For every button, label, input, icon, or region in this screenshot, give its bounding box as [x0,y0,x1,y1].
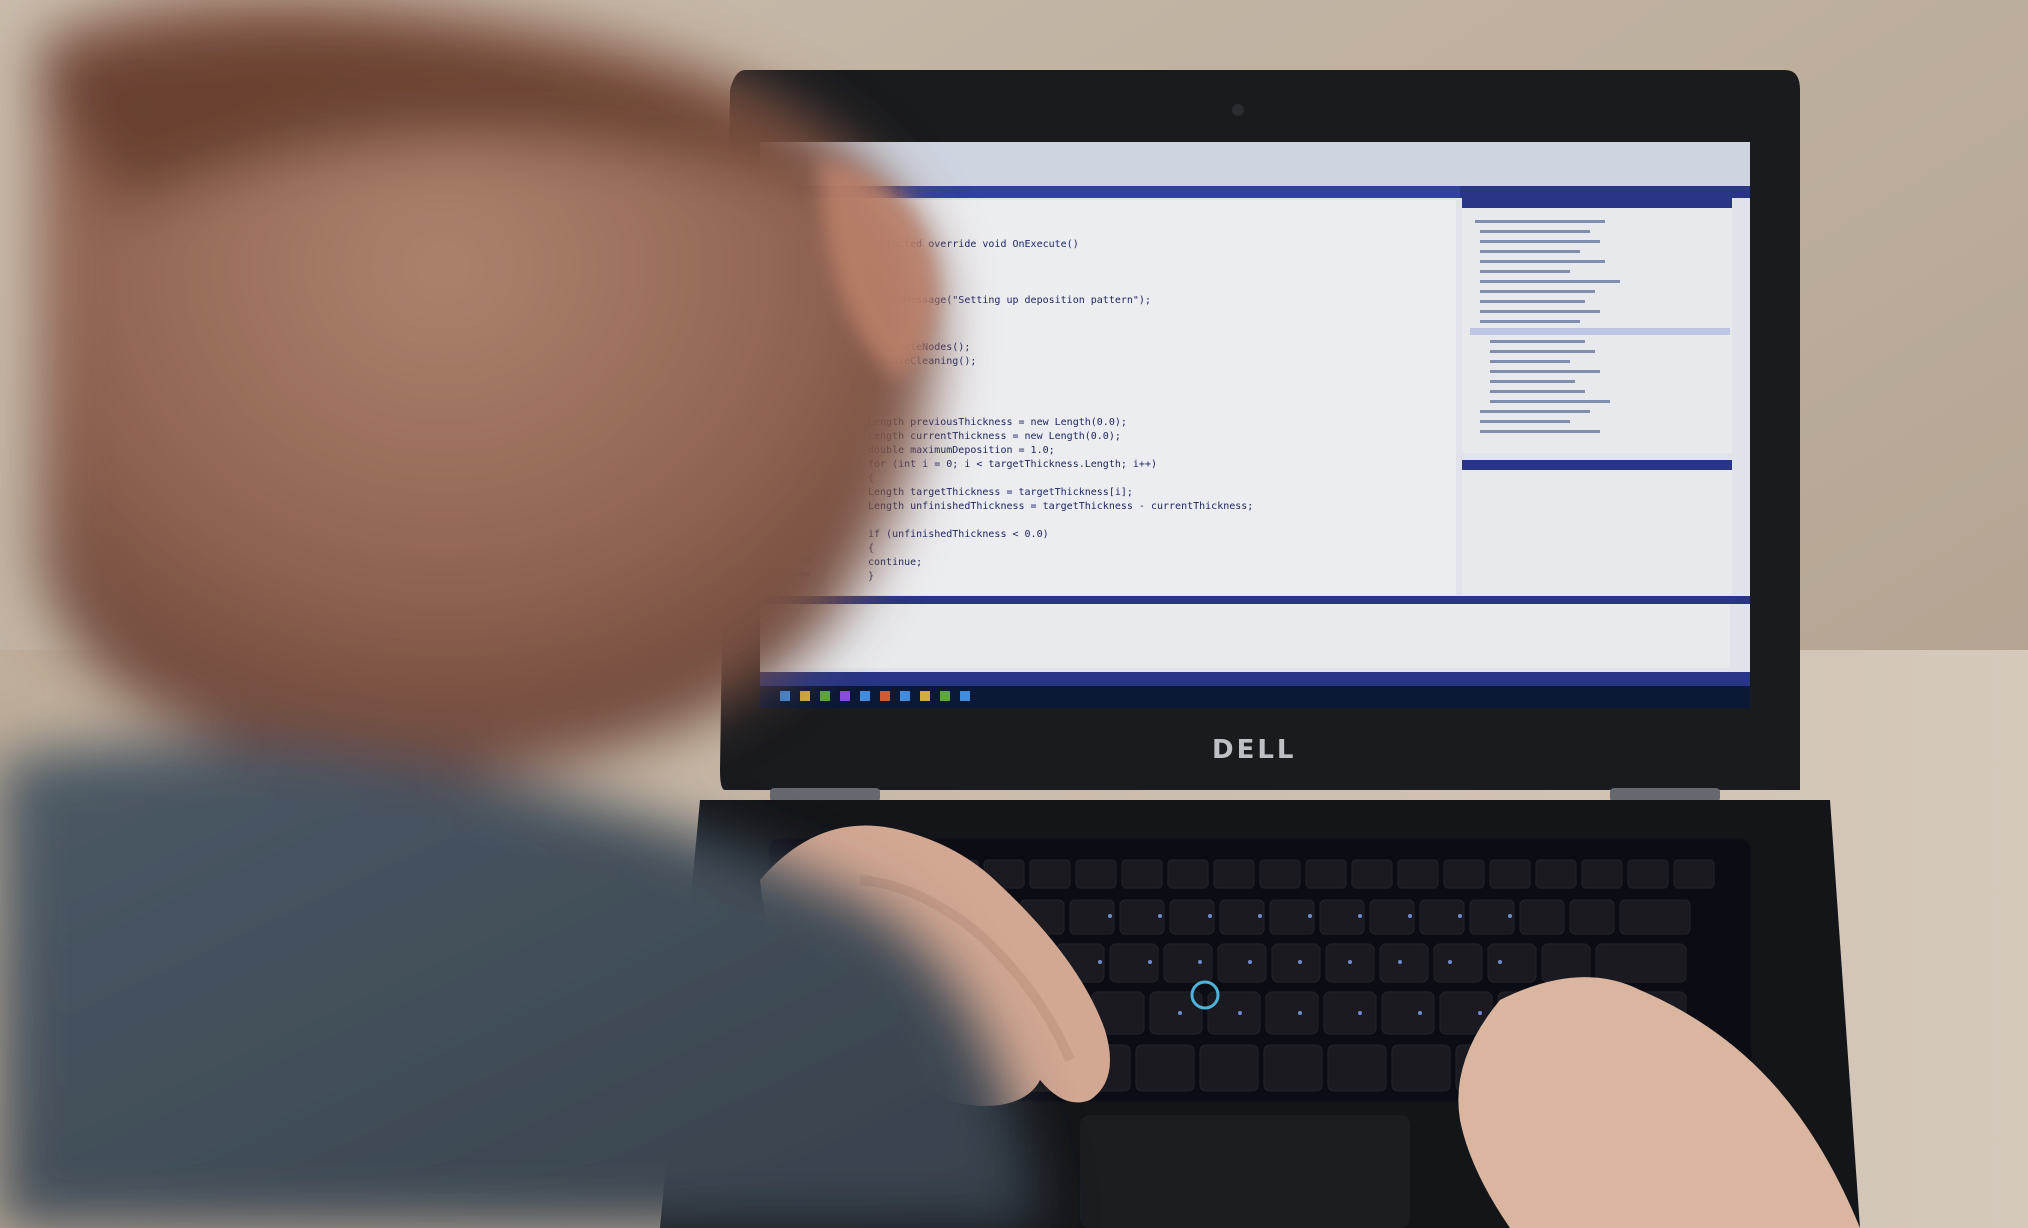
photo-scene: protected override void OnExecute() { tr… [0,0,2028,1228]
vignette-overlay [0,0,2028,1228]
